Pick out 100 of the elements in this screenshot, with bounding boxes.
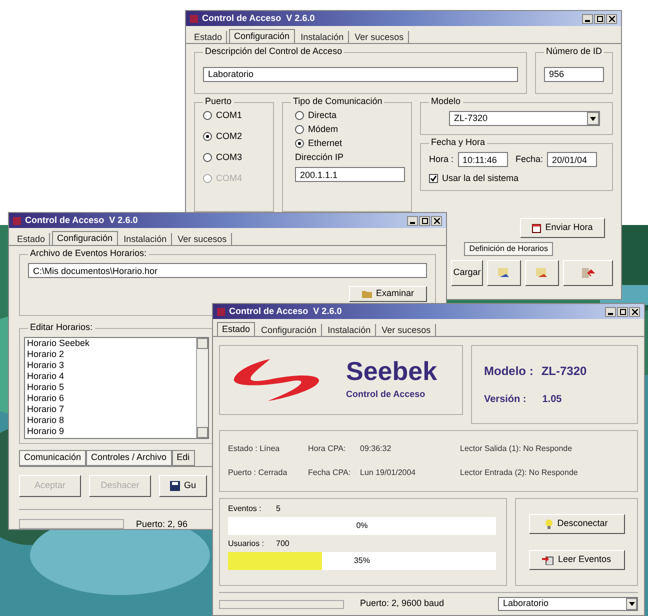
list-item[interactable]: Horario 4	[27, 371, 196, 382]
ip-label: Dirección IP	[295, 153, 345, 162]
model-dropdown[interactable]: ZL-7320	[449, 111, 600, 126]
browse-button[interactable]: Examinar	[349, 286, 427, 302]
app-icon	[190, 14, 198, 22]
list-item[interactable]: Horario 7	[27, 404, 196, 415]
minimize-button[interactable]	[605, 306, 616, 316]
input-field[interactable]: 20/01/04	[547, 152, 598, 167]
tab[interactable]: Configuración	[257, 324, 322, 336]
radio-button[interactable]	[295, 139, 304, 148]
minimize-button[interactable]	[407, 216, 418, 226]
tab[interactable]: Estado	[190, 31, 228, 43]
logo-swoosh-icon	[232, 357, 322, 403]
info-text: 09:36:32	[360, 443, 392, 455]
group-label: Puerto	[203, 97, 234, 106]
export-button[interactable]	[525, 260, 559, 286]
tab[interactable]: Ver sucesos	[174, 233, 232, 245]
tab[interactable]: Instalación	[296, 31, 349, 43]
maximize-icon	[596, 16, 602, 22]
action-button[interactable]: Gu	[159, 474, 207, 496]
maximize-button[interactable]	[594, 14, 605, 24]
tab[interactable]: Ver sucesos	[350, 31, 409, 43]
radio-button[interactable]	[295, 125, 304, 134]
checkbox-label: Usar la del sistema	[442, 172, 519, 185]
disconnect-button[interactable]: Desconectar	[528, 514, 624, 534]
list-item[interactable]: Horario 9	[27, 426, 196, 437]
close-button[interactable]	[606, 14, 617, 24]
meter-label: Eventos :	[228, 503, 262, 515]
close-icon	[632, 308, 638, 314]
tab[interactable]: Controles / Archivo	[86, 450, 172, 466]
door-icon	[581, 267, 595, 279]
info-text: Lector Salida (1): No Responde	[460, 443, 572, 455]
list-item[interactable]: Horario 3	[27, 360, 196, 371]
maximize-button[interactable]	[617, 306, 628, 316]
tab[interactable]: Definición de Horarios	[464, 242, 553, 256]
list-item[interactable]: Horario Seebek	[27, 338, 196, 349]
tab[interactable]: Ver sucesos	[378, 324, 436, 336]
list-item[interactable]: Horario 5	[27, 382, 196, 393]
info-text: Puerto : Cerrada	[228, 467, 288, 479]
folder-icon	[362, 290, 372, 298]
tab[interactable]: Instalación	[324, 324, 376, 336]
minimize-button[interactable]	[582, 14, 593, 24]
radio-button[interactable]	[203, 153, 212, 162]
checkbox[interactable]	[429, 174, 438, 184]
app-icon	[217, 308, 225, 316]
meter-count: 700	[276, 538, 290, 550]
group-label: Editar Horarios:	[28, 323, 95, 332]
radio-button[interactable]	[203, 132, 212, 141]
tab[interactable]: Configuración	[52, 231, 118, 245]
group-label: Número de ID	[544, 47, 604, 56]
input-field[interactable]: Laboratorio	[203, 66, 518, 82]
time-label: Hora :	[429, 152, 454, 166]
progress-reading: 35%	[352, 555, 371, 567]
radio-button[interactable]	[295, 111, 304, 120]
meter-label: Usuarios :	[228, 538, 266, 550]
input-field[interactable]: 956	[544, 66, 604, 82]
tab[interactable]: Instalación	[120, 233, 172, 245]
progress-reading: 0%	[355, 520, 369, 532]
send-time-button[interactable]: Enviar Hora	[520, 218, 605, 238]
group-label: Tipo de Comunicación	[291, 97, 384, 106]
input-field[interactable]: 200.1.1.1	[295, 167, 405, 182]
info-text: Lector Entrada (2): No Responde	[460, 467, 578, 479]
input-field[interactable]: 10:11:46	[458, 152, 508, 167]
group-label: Descripción del Control de Acceso	[203, 47, 344, 56]
window-title: Control de Acceso V 2.6.0	[229, 307, 342, 316]
maximize-button[interactable]	[419, 216, 430, 226]
tab[interactable]: Configuración	[229, 29, 295, 43]
floppy-icon	[170, 480, 180, 490]
list-box[interactable]: Horario Seebek Horario 2 Horario 3 Horario 4 Horario 5 Horario 6 Horario 7 Horario 8 Horario 9	[24, 337, 209, 439]
radio-button[interactable]	[203, 111, 212, 120]
meter-count: 5	[276, 503, 280, 515]
radio-label: COM4	[216, 174, 242, 183]
radio-label: COM2	[216, 132, 242, 141]
status-text: Puerto: 2, 96	[136, 518, 188, 530]
list-item[interactable]: Horario 8	[27, 415, 196, 426]
import-button[interactable]	[487, 260, 521, 286]
list-item[interactable]: Horario 6	[27, 393, 196, 404]
exit-button[interactable]	[563, 260, 613, 286]
list-item[interactable]: Horario 2	[27, 349, 196, 360]
close-button[interactable]	[431, 216, 442, 226]
read-events-button[interactable]: Leer Eventos	[528, 550, 624, 570]
load-button[interactable]: Cargar	[451, 260, 483, 286]
status-text: Puerto: 2, 9600 baud	[360, 597, 444, 610]
tab[interactable]: Estado	[13, 233, 50, 245]
radio-label: COM1	[216, 111, 242, 120]
close-icon	[608, 16, 614, 22]
group-label: Fecha y Hora	[429, 138, 488, 147]
tab[interactable]: Comunicación	[19, 450, 86, 466]
dropdown-value: ZL-7320	[454, 112, 488, 125]
tab[interactable]: Estado	[217, 322, 256, 336]
close-button[interactable]	[629, 306, 640, 316]
window-title: Control de Acceso V 2.6.0	[25, 216, 138, 225]
input-field[interactable]: C:\Mis documentos\Horario.hor	[28, 263, 427, 278]
scrollbar[interactable]	[196, 338, 208, 438]
lightbulb-icon	[545, 519, 554, 529]
maximize-icon	[422, 218, 428, 224]
logo-name: Seebek	[346, 358, 438, 384]
close-icon	[434, 218, 440, 224]
tab[interactable]: Edi	[172, 450, 195, 466]
site-dropdown[interactable]: Laboratorio	[498, 597, 638, 611]
